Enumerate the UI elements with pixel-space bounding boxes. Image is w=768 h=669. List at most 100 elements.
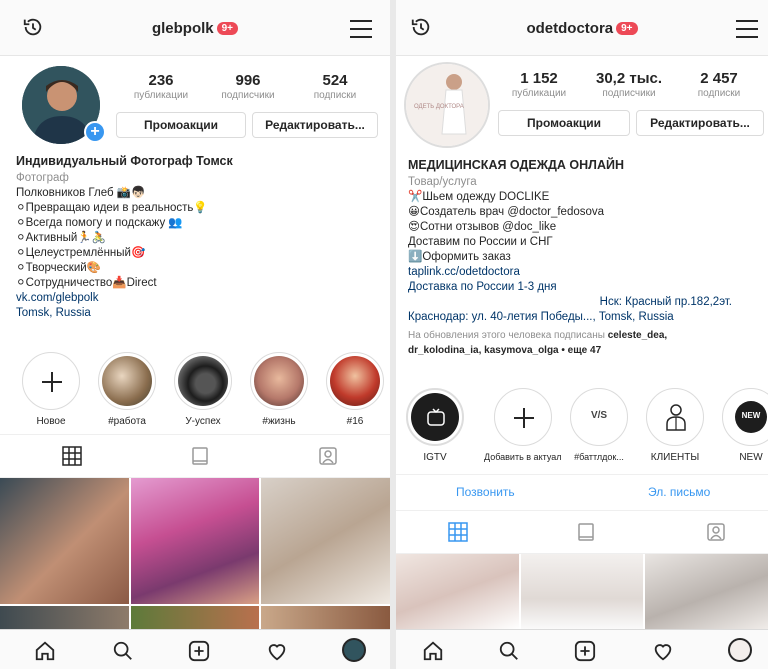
stat-followers[interactable]: 996 подписчики xyxy=(203,72,293,101)
post-thumbnail[interactable] xyxy=(396,554,519,629)
vs-text: V/S xyxy=(590,410,608,421)
followed-more: • еще 47 xyxy=(561,345,602,356)
plus-icon xyxy=(42,372,62,392)
home-icon[interactable] xyxy=(422,640,444,662)
story-highlight[interactable]: V/S #баттлдок... xyxy=(566,388,632,462)
post-thumbnail[interactable] xyxy=(261,478,390,604)
add-story-plus-icon[interactable]: + xyxy=(84,121,106,143)
email-button[interactable]: Эл. письмо xyxy=(648,485,710,499)
stat-label: подписчики xyxy=(602,88,656,99)
top-bar: glebpolk 9+ xyxy=(0,0,390,56)
profile-panel-odetdoctora: odetdoctora 9+ ОДЕТЬ ДОКТОРА 1 152 публика… xyxy=(396,0,768,669)
new-post-icon[interactable] xyxy=(188,640,210,662)
doctor-icon xyxy=(666,404,686,431)
bio-line: ⚪Превращаю идеи в реальность💡 xyxy=(16,202,208,214)
stat-value: 1 152 xyxy=(520,70,558,87)
post-thumbnail[interactable] xyxy=(261,606,390,629)
tagged-photos-icon[interactable] xyxy=(318,446,338,466)
bio-address-location[interactable]: Краснодар: ул. 40-летия Победы..., Tomsk… xyxy=(408,310,758,325)
promo-button[interactable]: Промоакции xyxy=(498,110,630,136)
call-button[interactable]: Позвонить xyxy=(456,485,515,499)
notification-badge[interactable]: 9+ xyxy=(616,22,638,35)
profile-bio: Индивидуальный Фотограф Томск Фотограф П… xyxy=(16,154,380,321)
story-label: IGTV xyxy=(423,452,447,463)
followed-by-more[interactable]: dr_kolodina_ia, kasymova_olga • еще 47 xyxy=(408,343,758,358)
post-grid xyxy=(396,554,768,629)
story-label: Добавить в актуальное xyxy=(484,452,562,462)
followed-by[interactable]: На обновления этого человека подписаны c… xyxy=(408,328,758,343)
bio-line: ⚪Сотрудничество📥Direct xyxy=(16,277,157,289)
story-highlight[interactable]: КЛИЕНТЫ xyxy=(642,388,708,463)
post-thumbnail[interactable] xyxy=(645,554,768,629)
tagged-photos-icon[interactable] xyxy=(706,522,726,542)
story-igtv[interactable]: IGTV xyxy=(402,388,468,463)
edit-profile-button[interactable]: Редактировать... xyxy=(252,112,378,138)
profile-bio: МЕДИЦИНСКАЯ ОДЕЖДА ОНЛАЙН Товар/услуга ✂… xyxy=(408,158,758,358)
profile-name: МЕДИЦИНСКАЯ ОДЕЖДА ОНЛАЙН xyxy=(408,158,624,172)
story-label: У-успех xyxy=(185,416,221,427)
search-icon[interactable] xyxy=(112,640,134,662)
bio-line: 😀Создатель врач @doctor_fedosova xyxy=(408,206,605,218)
stat-label: подписки xyxy=(697,88,741,99)
home-icon[interactable] xyxy=(34,640,56,662)
story-highlight[interactable]: #16 xyxy=(322,352,388,427)
story-new[interactable]: Новое xyxy=(18,352,84,427)
story-label: #16 xyxy=(346,416,364,427)
post-thumbnail[interactable] xyxy=(521,554,643,629)
bio-link[interactable]: vk.com/glebpolk xyxy=(16,291,380,306)
stat-label: публикации xyxy=(133,90,189,101)
story-highlight[interactable]: #жизнь xyxy=(246,352,312,427)
notification-badge[interactable]: 9+ xyxy=(216,22,239,35)
new-post-icon[interactable] xyxy=(574,640,596,662)
contact-actions: Позвонить Эл. письмо xyxy=(396,474,768,510)
story-label: КЛИЕНТЫ xyxy=(650,452,700,463)
stat-posts[interactable]: 236 публикации xyxy=(116,72,206,101)
stat-following[interactable]: 524 подписки xyxy=(290,72,380,101)
followed-names: dr_kolodina_ia, kasymova_olga xyxy=(408,345,559,356)
story-highlight[interactable]: #работа xyxy=(94,352,160,427)
profile-avatar-icon[interactable] xyxy=(728,638,752,662)
post-thumbnail[interactable] xyxy=(131,478,259,604)
profile-category: Товар/услуга xyxy=(408,176,477,188)
stat-label: подписки xyxy=(313,90,357,101)
bio-location[interactable]: Tomsk, Russia xyxy=(16,306,380,321)
stat-label: публикации xyxy=(511,88,567,99)
profile-username: odetdoctora 9+ xyxy=(396,20,768,37)
bio-address[interactable]: Нск: Красный пр.182,2эт. xyxy=(408,295,758,310)
username-text: glebpolk xyxy=(151,20,214,37)
story-highlight[interactable]: NEW NEW xyxy=(718,388,768,463)
stat-posts[interactable]: 1 152 публикации xyxy=(494,70,584,99)
bio-line: ⚪Творческий🎨 xyxy=(16,262,102,274)
grid-view-icon[interactable] xyxy=(62,446,82,466)
promo-button[interactable]: Промоакции xyxy=(116,112,246,138)
stat-value: 2 457 xyxy=(700,70,738,87)
followed-prefix: На обновления этого человека подписаны xyxy=(408,330,605,341)
bio-line: ⚪Всегда помогу и подскажу 👥 xyxy=(16,217,183,229)
heart-icon[interactable] xyxy=(652,640,674,662)
profile-avatar-icon[interactable] xyxy=(342,638,366,662)
story-highlight[interactable]: У-успех xyxy=(170,352,236,427)
story-label: Новое xyxy=(36,416,66,427)
post-thumbnail[interactable] xyxy=(131,606,259,629)
stat-label: подписчики xyxy=(221,90,275,101)
stat-following[interactable]: 2 457 подписки xyxy=(674,70,764,99)
stat-followers[interactable]: 30,2 тыс. подписчики xyxy=(584,70,674,99)
story-add-highlight[interactable]: Добавить в актуальное xyxy=(484,388,562,462)
bio-link[interactable]: Доставка по России 1-3 дня xyxy=(408,280,758,295)
bio-line: Полковников Глеб 📸👦🏻 xyxy=(16,187,146,199)
search-icon[interactable] xyxy=(498,640,520,662)
grid-view-icon[interactable] xyxy=(448,522,468,542)
bio-line: 😍Сотни отзывов @doc_like xyxy=(408,221,557,233)
feed-view-icon[interactable] xyxy=(576,522,596,542)
hamburger-menu-icon[interactable] xyxy=(350,20,372,38)
hamburger-menu-icon[interactable] xyxy=(736,20,758,38)
bottom-navigation xyxy=(0,629,390,669)
edit-profile-button[interactable]: Редактировать... xyxy=(636,110,764,136)
post-thumbnail[interactable] xyxy=(0,478,129,604)
story-label: #жизнь xyxy=(262,416,296,427)
bio-link[interactable]: taplink.cc/odetdoctora xyxy=(408,265,758,280)
avatar[interactable]: ОДЕТЬ ДОКТОРА xyxy=(404,62,490,148)
heart-icon[interactable] xyxy=(266,640,288,662)
feed-view-icon[interactable] xyxy=(190,446,210,466)
post-thumbnail[interactable] xyxy=(0,606,129,629)
